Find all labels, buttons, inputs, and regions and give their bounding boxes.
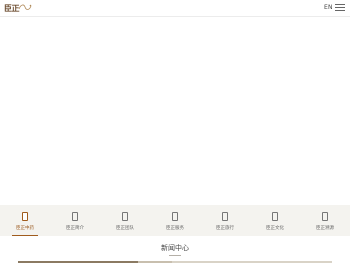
- tile-icon: [222, 212, 228, 221]
- nav-item-label: 臣正服务: [166, 226, 184, 231]
- active-indicator: [12, 235, 38, 236]
- news-section-title: 新闻中心: [161, 244, 189, 252]
- tile-icon: [272, 212, 278, 221]
- language-toggle[interactable]: EN: [324, 3, 333, 13]
- nav-item-suyuan[interactable]: 臣正溯源: [300, 205, 350, 236]
- hero-banner: [0, 17, 350, 205]
- tile-icon: [122, 212, 128, 221]
- tile-icon: [172, 212, 178, 221]
- nav-item-label: 臣正简介: [66, 226, 84, 231]
- nav-item-lvxing[interactable]: 臣正旅行: [200, 205, 250, 236]
- nav-item-label: 臣正溯源: [316, 226, 334, 231]
- nav-item-fuwu[interactable]: 臣正服务: [150, 205, 200, 236]
- category-nav: 臣正中药 臣正简介 臣正团队 臣正服务 臣正旅行 臣正文化 臣正溯源: [0, 205, 350, 236]
- title-divider: [169, 255, 181, 256]
- logo-swirl-icon: [18, 4, 32, 10]
- nav-item-wenhua[interactable]: 臣正文化: [250, 205, 300, 236]
- tile-icon: [22, 212, 28, 221]
- nav-item-label: 臣正旅行: [216, 226, 234, 231]
- nav-item-label: 臣正中药: [16, 226, 34, 231]
- site-header: 臣正 EN: [0, 0, 350, 17]
- nav-item-zhongyao[interactable]: 臣正中药: [0, 205, 50, 236]
- nav-item-jianjie[interactable]: 臣正简介: [50, 205, 100, 236]
- tile-icon: [322, 212, 328, 221]
- hamburger-menu-icon[interactable]: [335, 3, 345, 12]
- nav-item-label: 臣正文化: [266, 226, 284, 231]
- logo-glyph: 臣正: [4, 3, 20, 13]
- site-logo[interactable]: 臣正: [4, 2, 32, 14]
- tile-icon: [72, 212, 78, 221]
- nav-item-tuandui[interactable]: 臣正团队: [100, 205, 150, 236]
- nav-item-label: 臣正团队: [116, 226, 134, 231]
